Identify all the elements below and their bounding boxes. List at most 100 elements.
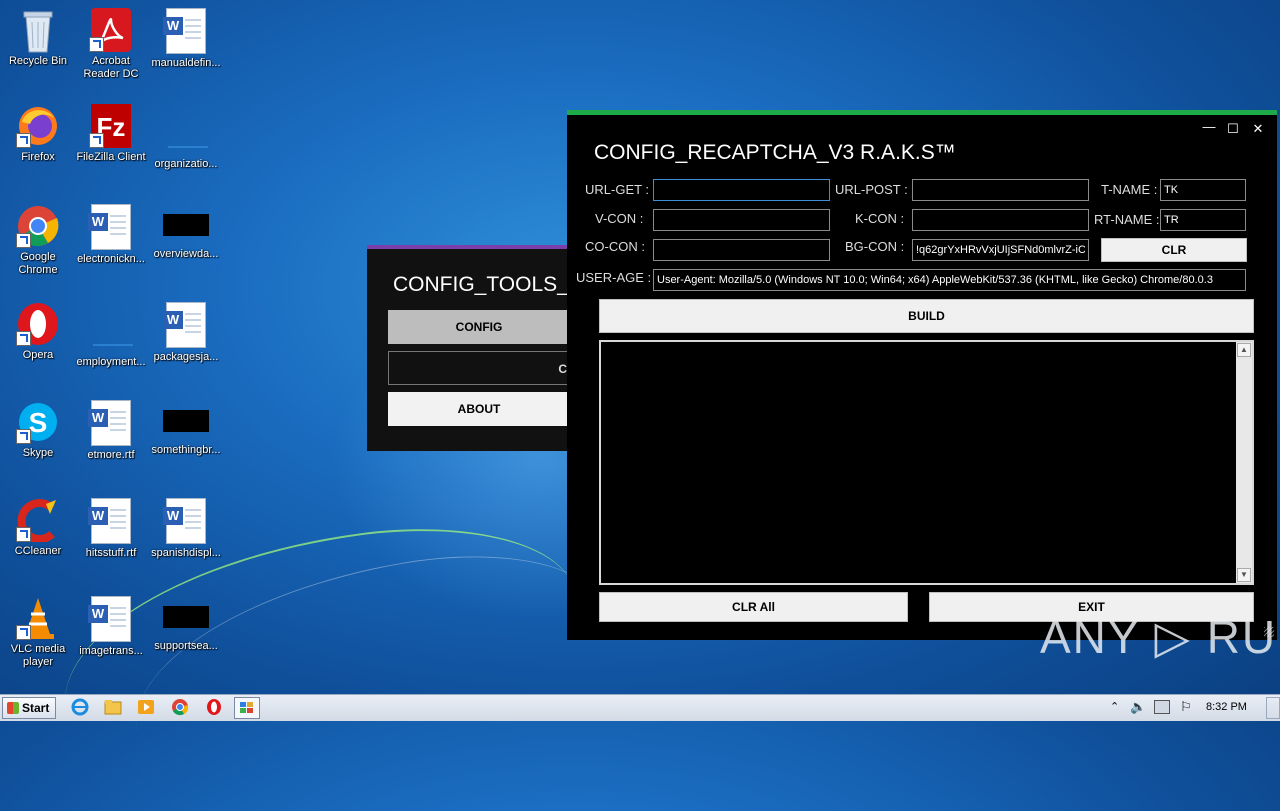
shortcut-arrow-icon xyxy=(16,133,31,148)
rt-name-input[interactable] xyxy=(1160,209,1246,231)
desktop-icon-label: manualdefin... xyxy=(151,57,221,69)
scroll-down-arrow-icon[interactable]: ▼ xyxy=(1237,568,1251,582)
output-textarea[interactable]: ▲ ▼ xyxy=(599,340,1254,585)
desktop-icon-label: supportsea... xyxy=(154,640,218,652)
black-file-icon xyxy=(163,214,209,236)
black-file-icon xyxy=(163,606,209,628)
desktop-icon-organizatio[interactable]: organizatio... xyxy=(148,104,224,171)
t-name-input[interactable] xyxy=(1160,179,1246,201)
start-label: Start xyxy=(22,701,50,715)
desktop-icon-label: Acrobat Reader DC xyxy=(83,55,139,80)
blank-file-icon xyxy=(89,302,133,346)
desktop-icon-label: CCleaner xyxy=(14,545,62,557)
desktop-icon-spanishdispl[interactable]: W spanishdispl... xyxy=(148,498,224,560)
config-button[interactable]: CONFIG xyxy=(388,310,570,344)
close-button[interactable]: ✕ xyxy=(1248,121,1268,137)
opera-taskbar-icon[interactable] xyxy=(204,698,224,716)
acrobat-icon xyxy=(89,8,133,52)
desktop-icon-chrome[interactable]: Google Chrome xyxy=(0,204,76,277)
minimize-button[interactable]: — xyxy=(1199,119,1219,134)
desktop-icon-supportsea[interactable]: supportsea... xyxy=(148,596,224,653)
word-document-icon: W xyxy=(163,498,206,544)
start-button[interactable]: Start xyxy=(2,697,56,719)
desktop-icon-imagetrans[interactable]: W imagetrans... xyxy=(73,596,149,658)
anyrun-watermark: ANY ▷ RUN xyxy=(1040,611,1280,663)
svg-text:S: S xyxy=(29,407,48,438)
desktop-icon-recycle-bin[interactable]: Recycle Bin xyxy=(0,8,76,68)
desktop-icon-skype[interactable]: S Skype xyxy=(0,400,76,460)
desktop-icon-electronickn[interactable]: W electronickn... xyxy=(73,204,149,266)
user-agent-input[interactable] xyxy=(653,269,1246,291)
desktop-icon-employment[interactable]: employment... xyxy=(73,302,149,369)
shortcut-arrow-icon xyxy=(16,233,31,248)
shortcut-arrow-icon xyxy=(89,133,104,148)
taskbar-clock[interactable]: 8:32 PM xyxy=(1206,701,1247,713)
blank-file-icon xyxy=(164,104,208,148)
desktop-icon-label: organizatio... xyxy=(154,158,218,170)
desktop-icon-label: etmore.rtf xyxy=(87,449,135,461)
window-title: CONFIG_RECAPTCHA_V3 R.A.K.S™ xyxy=(594,141,956,164)
desktop-icon-label: somethingbr... xyxy=(151,444,221,456)
file-explorer-icon[interactable] xyxy=(103,698,123,716)
config-second-button[interactable]: C xyxy=(388,351,570,385)
show-hidden-icons-arrow-icon[interactable]: ⌃ xyxy=(1110,700,1119,713)
desktop-icon-overviewda[interactable]: overviewda... xyxy=(148,204,224,261)
vertical-scrollbar[interactable]: ▲ ▼ xyxy=(1236,342,1252,583)
firefox-icon xyxy=(16,104,60,148)
shortcut-arrow-icon xyxy=(16,625,31,640)
url-post-input[interactable] xyxy=(912,179,1089,201)
co-con-input[interactable] xyxy=(653,239,830,261)
internet-explorer-icon[interactable] xyxy=(70,698,90,716)
taskbar: Start ⌃ 🔈 ⚐ 8:32 PM xyxy=(0,694,1280,721)
black-file-icon xyxy=(163,410,209,432)
output-text xyxy=(601,342,1252,348)
v-con-input[interactable] xyxy=(653,209,830,231)
desktop-icon-firefox[interactable]: Firefox xyxy=(0,104,76,164)
desktop-icon-manualdefin[interactable]: W manualdefin... xyxy=(148,8,224,70)
skype-icon: S xyxy=(16,400,60,444)
desktop-icon-label: spanishdispl... xyxy=(151,547,221,559)
desktop-icon-hitsstuff[interactable]: W hitsstuff.rtf xyxy=(73,498,149,560)
desktop-icon-somethingbr[interactable]: somethingbr... xyxy=(148,400,224,457)
volume-icon[interactable]: 🔈 xyxy=(1130,699,1146,715)
desktop-icon-label: electronickn... xyxy=(77,253,145,265)
media-player-icon[interactable] xyxy=(136,698,156,716)
url-get-input[interactable] xyxy=(653,179,830,201)
rt-name-label: RT-NAME : xyxy=(1094,212,1160,227)
recycle-bin-icon xyxy=(16,8,60,53)
build-button[interactable]: BUILD xyxy=(599,299,1254,333)
desktop-icon-filezilla[interactable]: Fz FileZilla Client xyxy=(73,104,149,164)
about-button[interactable]: ABOUT xyxy=(388,392,570,426)
running-app-taskbar-button[interactable] xyxy=(234,697,260,719)
clr-all-button[interactable]: CLR All xyxy=(599,592,908,622)
word-document-icon: W xyxy=(88,204,131,250)
user-age-label: USER-AGE : xyxy=(576,270,652,285)
show-desktop-button[interactable] xyxy=(1266,697,1280,719)
vlc-cone-icon xyxy=(16,596,60,640)
desktop-icon-vlc[interactable]: VLC media player xyxy=(0,596,76,669)
desktop-icon-opera[interactable]: Opera xyxy=(0,302,76,362)
ccleaner-icon xyxy=(16,498,60,543)
window-title: CONFIG_TOOLS_ xyxy=(393,273,569,296)
desktop-icon-label: Google Chrome xyxy=(18,251,58,276)
chrome-icon xyxy=(16,204,60,248)
bg-con-input[interactable] xyxy=(912,239,1089,261)
desktop-icon-label: Recycle Bin xyxy=(8,55,68,67)
config-recaptcha-window[interactable]: — ☐ ✕ CONFIG_RECAPTCHA_V3 R.A.K.S™ URL-G… xyxy=(567,110,1277,640)
clr-button[interactable]: CLR xyxy=(1101,238,1247,262)
desktop-icon-ccleaner[interactable]: CCleaner xyxy=(0,498,76,558)
desktop-icon-etmore[interactable]: W etmore.rtf xyxy=(73,400,149,462)
desktop-icon-packagesja[interactable]: W packagesja... xyxy=(148,302,224,364)
windows-flag-icon xyxy=(7,702,19,714)
desktop-icon-label: overviewda... xyxy=(153,248,219,260)
k-con-input[interactable] xyxy=(912,209,1089,231)
scroll-up-arrow-icon[interactable]: ▲ xyxy=(1237,343,1251,357)
shortcut-arrow-icon xyxy=(16,331,31,346)
desktop-icon-acrobat[interactable]: Acrobat Reader DC xyxy=(73,8,149,81)
wallpaper-swoosh-2 xyxy=(116,529,624,811)
config-tools-window[interactable]: CONFIG_TOOLS_ CONFIG C ABOUT xyxy=(367,245,570,451)
maximize-button[interactable]: ☐ xyxy=(1223,121,1243,137)
chrome-taskbar-icon[interactable] xyxy=(170,698,190,716)
network-icon[interactable] xyxy=(1154,700,1170,714)
action-center-flag-icon[interactable]: ⚐ xyxy=(1180,699,1192,715)
